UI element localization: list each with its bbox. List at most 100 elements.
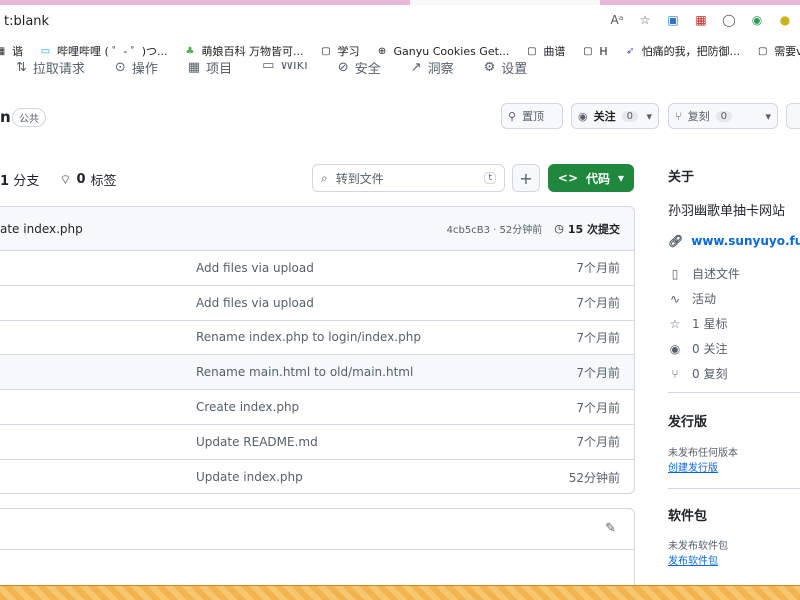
read-aloud-icon[interactable]: Aᵃ bbox=[608, 11, 626, 29]
website-link[interactable]: 🔗︎ www.sunyuyo.fun bbox=[668, 234, 800, 248]
commit-age: 7个月前 bbox=[576, 296, 620, 311]
star-button[interactable] bbox=[786, 103, 800, 129]
latest-commit-message[interactable]: ate index.php bbox=[0, 222, 83, 236]
favorite-star-icon[interactable]: ☆ bbox=[636, 11, 654, 29]
table-row[interactable]: Update index.php 52分钟前 bbox=[0, 460, 634, 493]
bookmark-item[interactable]: ▢ 曲谱 bbox=[525, 43, 565, 59]
tab-wiki[interactable]: ▭ Wiki bbox=[262, 62, 308, 73]
commit-message[interactable]: Rename index.php to login/index.php bbox=[196, 330, 421, 344]
bookmark-item[interactable]: ▭ 哔哩哔哩 ( ゜- ゜)つ... bbox=[39, 43, 168, 59]
circle-icon[interactable]: ◯ bbox=[720, 11, 738, 29]
watch-count: 0 bbox=[621, 110, 638, 122]
branch-info: 1 分支 ⌔ 0 标签 bbox=[0, 170, 117, 189]
commit-message[interactable]: Create index.php bbox=[196, 400, 299, 414]
eye-icon: ◉ bbox=[578, 109, 588, 123]
address-bar[interactable]: t:blank Aᵃ ☆ ▣ ▦ ◯ ◉ ● bbox=[0, 5, 800, 37]
table-row[interactable]: Add files via upload 7个月前 bbox=[0, 251, 634, 286]
folder-icon: ▢ bbox=[757, 45, 768, 57]
url-text[interactable]: t:blank bbox=[4, 14, 49, 29]
code-button[interactable]: <> 代码 ▾ bbox=[548, 164, 634, 192]
gear-icon: ⚙ bbox=[483, 62, 496, 75]
pulse-icon: ∿ bbox=[669, 291, 681, 306]
fork-icon: ⑂ bbox=[671, 366, 679, 381]
pin-icon: ⚲ bbox=[508, 109, 517, 123]
bookmark-item[interactable]: ▦ 谐 bbox=[0, 43, 23, 59]
table-row[interactable]: Rename index.php to login/index.php 7个月前 bbox=[0, 321, 634, 356]
tab-actions[interactable]: ⊙ 操作 bbox=[115, 62, 158, 77]
commit-message[interactable]: Update index.php bbox=[196, 470, 303, 484]
watchers-link[interactable]: ◉ 0 关注 bbox=[668, 340, 728, 357]
chevron-down-icon[interactable]: ▾ bbox=[646, 110, 652, 123]
tab-projects[interactable]: ▦ 项目 bbox=[188, 62, 232, 77]
commit-age: 7个月前 bbox=[576, 261, 620, 276]
history-icon: ◷ bbox=[554, 222, 564, 235]
search-icon: ⌕ bbox=[321, 170, 328, 185]
bookmark-item[interactable]: ⊕ Ganyu Cookies Get... bbox=[376, 45, 510, 58]
stars-link[interactable]: ☆ 1 星标 bbox=[668, 315, 728, 332]
bookmark-item[interactable]: ♣ 萌娘百科 万物皆可... bbox=[184, 43, 304, 59]
star-icon: ☆ bbox=[669, 316, 681, 331]
latest-commit-bar: ate index.php 4cb5cB3 · 52分钟前 ◷ 15 次提交 bbox=[0, 207, 634, 251]
edit-pencil-icon[interactable]: ✎ bbox=[605, 521, 616, 536]
book-icon: ▭ bbox=[262, 62, 275, 73]
pull-request-icon: ⇅ bbox=[16, 62, 27, 75]
commit-message[interactable]: Rename main.html to old/main.html bbox=[196, 365, 413, 379]
tags-link[interactable]: ⌔ 0 标签 bbox=[59, 170, 116, 189]
tab-insights[interactable]: ↗ 洞察 bbox=[411, 62, 454, 77]
watch-button[interactable]: ◉ 关注 0 ▾ bbox=[571, 103, 659, 129]
latest-commit-meta: 4cb5cB3 · 52分钟前 bbox=[446, 225, 543, 236]
add-file-button[interactable]: + bbox=[512, 164, 540, 192]
triangle-down-icon: ▾ bbox=[618, 171, 625, 185]
branches-link[interactable]: 1 分支 bbox=[0, 170, 39, 189]
about-title: 关于 bbox=[668, 170, 695, 185]
commit-history-link[interactable]: ◷ 15 次提交 bbox=[554, 221, 620, 237]
sidebar-divider bbox=[668, 488, 800, 489]
commit-time: 52分钟前 bbox=[499, 225, 543, 236]
decorative-border bbox=[0, 585, 800, 600]
feather-icon: ➶ bbox=[625, 45, 635, 57]
bookmark-item[interactable]: ▢ H bbox=[581, 45, 608, 58]
table-row[interactable]: Add files via upload 7个月前 bbox=[0, 286, 634, 321]
chevron-down-icon[interactable]: ▾ bbox=[765, 110, 771, 123]
repo-name[interactable]: n bbox=[0, 108, 11, 126]
tab-pull-requests[interactable]: ⇅ 拉取请求 bbox=[16, 62, 85, 77]
extension-green-icon[interactable]: ◉ bbox=[748, 11, 766, 29]
extension-lemon-icon[interactable]: ● bbox=[776, 11, 794, 29]
tag-icon: ⌔ bbox=[59, 172, 72, 188]
goto-file-input[interactable]: ⌕ 转到文件 t bbox=[312, 164, 505, 192]
commit-age: 7个月前 bbox=[576, 435, 620, 450]
commit-message[interactable]: Add files via upload bbox=[196, 261, 314, 275]
pin-button[interactable]: ⚲ 置顶 bbox=[501, 103, 563, 129]
activity-link[interactable]: ∿ 活动 bbox=[668, 290, 716, 307]
packages-title[interactable]: 软件包 bbox=[668, 505, 707, 524]
fork-icon: ⑂ bbox=[675, 109, 682, 123]
releases-title[interactable]: 发行版 bbox=[668, 411, 707, 430]
readme-divider bbox=[0, 549, 635, 550]
create-release-link[interactable]: 创建发行版 bbox=[668, 459, 718, 474]
forks-link[interactable]: ⑂ 0 复刻 bbox=[668, 365, 727, 382]
commit-message[interactable]: Update README.md bbox=[196, 435, 318, 449]
bookmark-item[interactable]: ➶ 怕痛的我，把防御... bbox=[624, 43, 740, 59]
extension-badge-icon[interactable]: ▦ bbox=[692, 11, 710, 29]
extension-icon[interactable]: ▣ bbox=[664, 11, 682, 29]
fork-button[interactable]: ⑂ 复刻 0 ▾ bbox=[668, 103, 778, 129]
tab-settings[interactable]: ⚙ 设置 bbox=[484, 62, 528, 77]
readme-link[interactable]: ▯ 自述文件 bbox=[668, 265, 740, 282]
globe-icon: ⊕ bbox=[377, 45, 387, 57]
grid-icon: ▦ bbox=[0, 45, 6, 57]
commit-hash[interactable]: 4cb5cB3 bbox=[447, 225, 490, 236]
publish-package-link[interactable]: 发布软件包 bbox=[668, 552, 718, 567]
fork-count: 0 bbox=[715, 110, 732, 122]
commit-age: 7个月前 bbox=[576, 400, 620, 415]
tab-security[interactable]: ⊘ 安全 bbox=[338, 62, 381, 77]
bilibili-icon: ▭ bbox=[40, 45, 51, 57]
table-row[interactable]: Rename main.html to old/main.html 7个月前 bbox=[0, 355, 634, 391]
commit-age: 7个月前 bbox=[576, 330, 620, 345]
link-icon: 🔗︎ bbox=[668, 234, 684, 248]
bookmark-item[interactable]: ▢需要vpn的 bbox=[756, 43, 800, 59]
table-row[interactable]: Update README.md 7个月前 bbox=[0, 425, 634, 460]
table-row[interactable]: Create index.php 7个月前 bbox=[0, 390, 634, 425]
bookmark-item[interactable]: ▢ 学习 bbox=[320, 43, 359, 59]
commit-message[interactable]: Add files via upload bbox=[196, 296, 314, 310]
play-icon: ⊙ bbox=[114, 62, 126, 75]
